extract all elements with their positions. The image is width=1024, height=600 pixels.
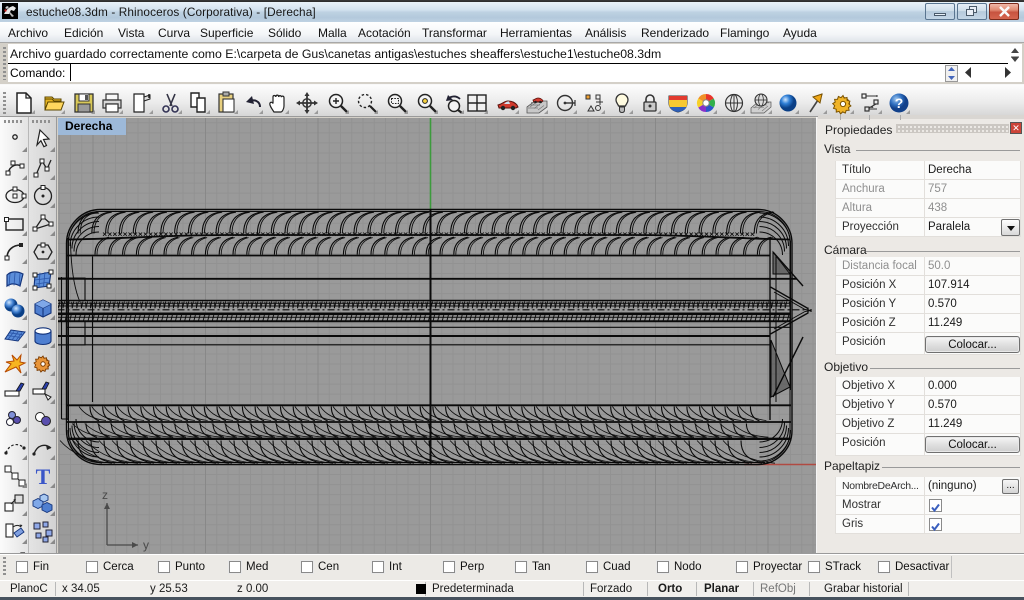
svg-text:?: ? <box>895 95 904 111</box>
svg-text:T: T <box>36 464 51 489</box>
svg-text:z: z <box>102 488 108 502</box>
svg-text:y: y <box>143 538 149 552</box>
